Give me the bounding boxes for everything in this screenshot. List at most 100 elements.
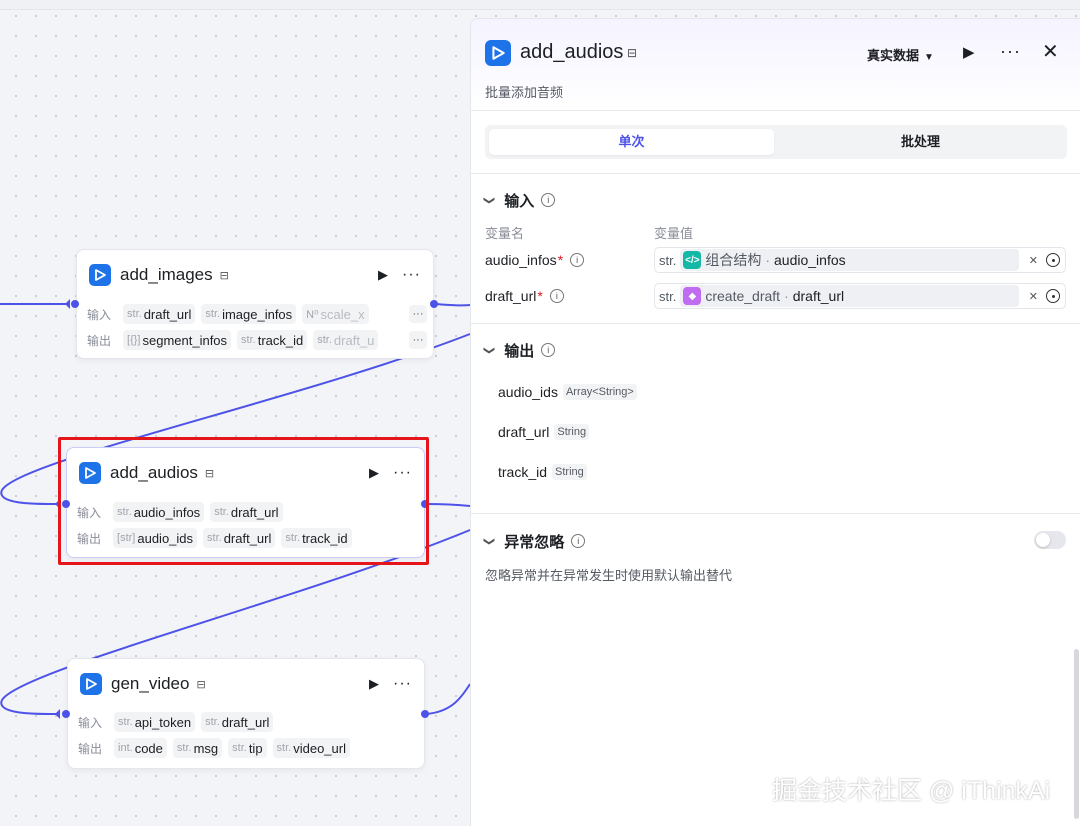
column-header-value: 变量值 bbox=[654, 226, 694, 241]
divider bbox=[471, 513, 1080, 514]
info-icon[interactable]: i bbox=[549, 289, 564, 303]
param-draft-url: draft_url * i bbox=[485, 288, 564, 304]
output-section-header[interactable]: ❯ 输出 i bbox=[483, 339, 556, 361]
param-value-audio-infos[interactable]: str. </> 组合结构 · audio_infos ✕ bbox=[654, 247, 1066, 273]
panel-header: add_audios ⊟ 真实数据 ▼ ▶ ··· ✕ 批量添加音频 bbox=[471, 19, 1080, 111]
output-port[interactable] bbox=[430, 300, 438, 308]
output-item: track_id String bbox=[498, 464, 587, 480]
run-mode-tabs: 单次 批处理 bbox=[485, 125, 1067, 159]
test-run-icon[interactable]: ▶ bbox=[963, 43, 975, 61]
param-value-draft-url[interactable]: str. ◆ create_draft · draft_url ✕ bbox=[654, 283, 1066, 309]
node-inputs-row: 输入 str. draft_url str. image_infos N⁰ scale… bbox=[87, 304, 427, 324]
inputs-label: 输入 bbox=[87, 307, 112, 322]
clear-icon[interactable]: ✕ bbox=[1029, 290, 1038, 303]
plugin-logo-icon bbox=[89, 264, 111, 286]
reference-source: create_draft bbox=[705, 288, 781, 304]
chevron-down-icon: ❯ bbox=[483, 195, 496, 205]
node-outputs-row: 输出 int. code str. msg str. tip str. video_ur… bbox=[78, 738, 350, 758]
node-inputs-row: 输入 str. api_token str. draft_url bbox=[78, 712, 274, 732]
reference-field: draft_url bbox=[792, 288, 845, 304]
toggle-knob bbox=[1036, 533, 1050, 547]
separator-dot: · bbox=[784, 288, 789, 304]
param-name: draft_url bbox=[485, 288, 537, 304]
output-name: track_id bbox=[498, 464, 548, 480]
output-tag: str. track_id bbox=[237, 330, 308, 350]
run-node-icon[interactable]: ▶ bbox=[378, 267, 388, 283]
divider bbox=[471, 173, 1080, 174]
more-outputs-button[interactable]: ··· bbox=[409, 331, 427, 349]
input-tag: str. draft_url bbox=[201, 712, 274, 732]
input-port[interactable] bbox=[62, 710, 70, 718]
output-port[interactable] bbox=[421, 710, 429, 718]
caret-down-icon: ▼ bbox=[924, 52, 934, 63]
tab-batch[interactable]: 批处理 bbox=[778, 129, 1063, 155]
output-name: audio_ids bbox=[498, 384, 558, 400]
close-icon[interactable]: ✕ bbox=[1042, 39, 1059, 64]
tab-single[interactable]: 单次 bbox=[489, 129, 774, 155]
node-title: add_images bbox=[120, 265, 213, 284]
output-type-badge: String bbox=[552, 464, 587, 480]
data-mode-dropdown[interactable]: 真实数据 ▼ bbox=[867, 45, 934, 64]
panel-scrollbar[interactable] bbox=[1074, 649, 1079, 819]
type-label: str. bbox=[659, 288, 677, 304]
outputs-label: 输出 bbox=[78, 741, 103, 756]
info-icon[interactable]: i bbox=[541, 343, 556, 357]
plugin-badge-icon: ⊟ bbox=[219, 269, 229, 282]
output-tag: str. video_url bbox=[272, 738, 350, 758]
node-title: gen_video bbox=[111, 674, 190, 693]
input-tag: str. image_infos bbox=[201, 304, 297, 324]
node-gen-video[interactable]: gen_video ⊟ ▶ ··· 输入 str. api_token str. d… bbox=[67, 658, 425, 769]
data-mode-label: 真实数据 bbox=[867, 48, 920, 63]
variable-reference[interactable]: </> 组合结构 · audio_infos bbox=[680, 249, 1019, 271]
param-audio-infos: audio_infos * i bbox=[485, 252, 585, 268]
variable-picker-icon[interactable] bbox=[1046, 253, 1060, 267]
clear-icon[interactable]: ✕ bbox=[1029, 254, 1038, 267]
top-bar bbox=[0, 0, 1080, 10]
output-name: draft_url bbox=[498, 424, 550, 440]
node-add-images[interactable]: add_images ⊟ ▶ ··· 输入 str. draft_url str.… bbox=[76, 249, 434, 359]
section-title: 异常忽略 bbox=[504, 533, 565, 551]
outputs-label: 输出 bbox=[87, 333, 112, 348]
output-tag: str. msg bbox=[172, 738, 223, 758]
more-options-icon[interactable]: ··· bbox=[1000, 41, 1021, 62]
divider bbox=[471, 323, 1080, 324]
output-tag: [{}] segment_infos bbox=[123, 330, 232, 350]
exception-description: 忽略异常并在异常发生时使用默认输出替代 bbox=[485, 568, 733, 583]
reference-field: audio_infos bbox=[774, 252, 846, 268]
section-title: 输入 bbox=[504, 192, 535, 210]
output-type-badge: Array<String> bbox=[562, 384, 637, 400]
info-icon[interactable]: i bbox=[571, 534, 586, 548]
more-options-icon[interactable]: ··· bbox=[393, 675, 412, 693]
variable-reference[interactable]: ◆ create_draft · draft_url bbox=[680, 285, 1019, 307]
more-options-icon[interactable]: ··· bbox=[402, 266, 421, 284]
input-section-header[interactable]: ❯ 输入 i bbox=[483, 189, 556, 211]
variable-picker-icon[interactable] bbox=[1046, 289, 1060, 303]
required-mark: * bbox=[557, 252, 564, 268]
input-tag: N⁰ scale_x bbox=[302, 304, 369, 324]
info-icon[interactable]: i bbox=[570, 253, 585, 267]
chevron-down-icon: ❯ bbox=[483, 345, 496, 355]
node-outputs-row: 输出 [{}] segment_infos str. track_id str. dr… bbox=[87, 330, 427, 350]
cube-icon: ◆ bbox=[683, 287, 702, 305]
exception-ignore-toggle[interactable] bbox=[1034, 531, 1066, 549]
output-item: audio_ids Array<String> bbox=[498, 384, 637, 400]
input-port[interactable] bbox=[71, 300, 79, 308]
inputs-label: 输入 bbox=[78, 715, 103, 730]
param-name: audio_infos bbox=[485, 252, 557, 268]
code-icon: </> bbox=[683, 251, 702, 269]
info-icon[interactable]: i bbox=[541, 193, 556, 207]
panel-title[interactable]: add_audios bbox=[520, 41, 623, 64]
watermark: 掘金技术社区 @ iThinkAi bbox=[772, 777, 1051, 805]
required-mark: * bbox=[537, 288, 543, 304]
plugin-badge-icon: ⊟ bbox=[196, 678, 206, 691]
separator-dot: · bbox=[765, 252, 771, 268]
exception-section-header[interactable]: ❯ 异常忽略 i bbox=[483, 530, 586, 552]
more-inputs-button[interactable]: ··· bbox=[409, 305, 427, 323]
plugin-logo-icon bbox=[80, 673, 102, 695]
type-label: str. bbox=[659, 252, 677, 268]
section-title: 输出 bbox=[504, 342, 535, 360]
input-tag: str. api_token bbox=[114, 712, 196, 732]
run-node-icon[interactable]: ▶ bbox=[369, 676, 379, 692]
selection-highlight bbox=[58, 437, 429, 565]
output-tag: str. tip bbox=[228, 738, 267, 758]
